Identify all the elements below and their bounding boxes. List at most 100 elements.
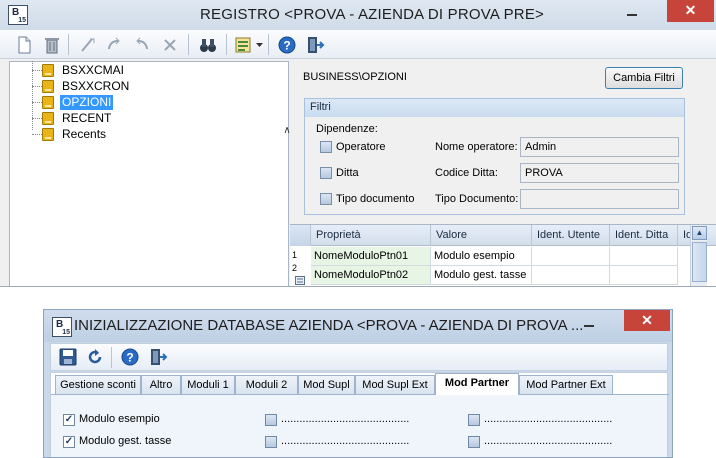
tab-altro[interactable]: Altro xyxy=(141,375,181,395)
mod-partner-panel: ✓ Modulo esempio ✓ Modulo gest. tasse ..… xyxy=(51,395,667,457)
scroll-thumb[interactable] xyxy=(692,242,707,282)
module-row-gest-tasse[interactable]: ✓ Modulo gest. tasse xyxy=(63,434,193,450)
module-row-esempio[interactable]: ✓ Modulo esempio xyxy=(63,412,183,428)
tab-container: Gestione sconti Altro Moduli 1 Moduli 2 … xyxy=(50,372,669,457)
chevron-up-icon[interactable]: ∧ xyxy=(280,125,294,139)
cancel-icon[interactable] xyxy=(160,35,180,55)
table-row[interactable]: 1 NomeModuloPtn01 Modulo esempio xyxy=(290,247,716,266)
minimize-button[interactable] xyxy=(578,315,600,333)
table-row[interactable]: 2 NomeModuloPtn02 Modulo gest. tasse xyxy=(290,263,716,285)
row-edit-icon xyxy=(295,276,305,285)
cut-icon[interactable] xyxy=(78,35,98,55)
tipo-documento-field[interactable] xyxy=(520,189,679,209)
codice-ditta-field[interactable]: PROVA xyxy=(520,163,679,183)
module-placeholder: ........................................… xyxy=(281,413,410,425)
copy-icon[interactable] xyxy=(104,35,124,55)
folder-book-icon xyxy=(42,112,54,125)
row-number: 1 xyxy=(292,250,298,260)
cell-ident-utente[interactable] xyxy=(532,247,610,266)
nome-operatore-label: Nome operatore: xyxy=(435,141,518,153)
find-binoculars-icon[interactable] xyxy=(198,35,218,55)
module-checkbox[interactable] xyxy=(265,414,277,426)
exit-icon[interactable] xyxy=(305,35,325,55)
delete-icon[interactable] xyxy=(42,35,62,55)
cell-ident-utente[interactable] xyxy=(532,266,610,285)
tab-mod-supl[interactable]: Mod Supl xyxy=(298,375,355,395)
ditta-label: Ditta xyxy=(336,167,359,179)
codice-ditta-label: Codice Ditta: xyxy=(435,167,498,179)
module-checkbox[interactable] xyxy=(265,436,277,448)
module-checkbox[interactable] xyxy=(468,414,480,426)
svg-text:?: ? xyxy=(126,351,133,365)
grid-corner xyxy=(290,225,311,246)
dipendenze-label: Dipendenze: xyxy=(316,123,378,135)
column-header-valore[interactable]: Valore xyxy=(431,225,532,246)
registry-tree[interactable]: ∧ xyxy=(9,61,291,286)
column-header-ident-ditta[interactable]: Ident. Ditta xyxy=(610,225,678,246)
module-row-empty[interactable]: ........................................… xyxy=(265,434,445,450)
tab-mod-supl-ext[interactable]: Mod Supl Ext xyxy=(355,375,435,395)
title-bar: B 15 INIZIALIZZAZIONE DATABASE AZIENDA <P… xyxy=(44,310,672,342)
help-icon[interactable]: ? xyxy=(277,35,297,55)
grid-scrollbar[interactable]: ▲ xyxy=(690,225,707,286)
folder-book-icon xyxy=(42,64,54,77)
module-checkbox[interactable]: ✓ xyxy=(63,414,75,426)
cambia-filtri-button[interactable]: Cambia Filtri xyxy=(605,67,683,89)
app-logo-icon: B 15 xyxy=(52,317,72,337)
chevron-down-icon[interactable] xyxy=(256,43,263,48)
save-icon[interactable] xyxy=(58,347,78,367)
cell-ident-ditta[interactable] xyxy=(610,266,678,285)
tipo-documento-label: Tipo documento xyxy=(336,193,415,205)
ditta-checkbox[interactable] xyxy=(320,167,332,179)
layout-dropdown-icon[interactable] xyxy=(234,35,254,55)
row-number: 2 xyxy=(292,263,298,273)
undo-icon[interactable] xyxy=(132,35,152,55)
folder-book-icon xyxy=(42,96,54,109)
registro-window: B 15 REGISTRO <PROVA - AZIENDA DI PROVA P… xyxy=(0,0,716,287)
tab-moduli-1[interactable]: Moduli 1 xyxy=(181,375,235,395)
help-icon[interactable]: ? xyxy=(120,347,140,367)
module-placeholder: ........................................… xyxy=(281,435,410,447)
tab-gestione-sconti[interactable]: Gestione sconti xyxy=(55,375,141,395)
operatore-checkbox[interactable] xyxy=(320,141,332,153)
cell-ident-ditta[interactable] xyxy=(610,247,678,266)
new-icon[interactable] xyxy=(14,35,34,55)
module-checkbox[interactable] xyxy=(468,436,480,448)
exit-icon[interactable] xyxy=(148,347,168,367)
module-label: Modulo gest. tasse xyxy=(79,435,172,447)
close-button[interactable]: ✕ xyxy=(667,0,714,22)
close-button[interactable]: ✕ xyxy=(624,310,670,331)
inizializzazione-window: B 15 INIZIALIZZAZIONE DATABASE AZIENDA <P… xyxy=(43,309,673,458)
main-toolbar: ? xyxy=(0,30,716,59)
cell-proprieta[interactable]: NomeModuloPtn01 xyxy=(311,247,431,266)
cell-valore[interactable]: Modulo gest. tasse xyxy=(431,266,532,285)
svg-text:?: ? xyxy=(283,39,290,53)
tab-mod-partner[interactable]: Mod Partner xyxy=(435,373,519,395)
operatore-label: Operatore xyxy=(336,141,386,153)
module-checkbox[interactable]: ✓ xyxy=(63,436,75,448)
module-placeholder: ........................................… xyxy=(484,413,613,425)
chevron-up-icon[interactable]: ▲ xyxy=(692,226,707,240)
current-path: BUSINESS\OPZIONI xyxy=(303,71,407,83)
module-row-empty[interactable]: ........................................… xyxy=(265,412,445,428)
nome-operatore-field[interactable]: Admin xyxy=(520,137,679,157)
module-label: Modulo esempio xyxy=(79,413,160,425)
column-header-proprieta[interactable]: Proprietà xyxy=(311,225,431,246)
tipo-documento-field-label: Tipo Documento: xyxy=(435,193,519,205)
minimize-button[interactable] xyxy=(621,4,643,22)
app-logo-icon: B 15 xyxy=(8,5,28,25)
module-row-empty[interactable]: ........................................… xyxy=(468,412,648,428)
column-header-ident-utente[interactable]: Ident. Utente xyxy=(532,225,610,246)
tree-connector xyxy=(32,61,33,130)
refresh-icon[interactable] xyxy=(85,347,105,367)
tab-mod-partner-ext[interactable]: Mod Partner Ext xyxy=(519,375,613,395)
tab-moduli-2[interactable]: Moduli 2 xyxy=(235,375,298,395)
module-row-empty[interactable]: ........................................… xyxy=(468,434,648,450)
grid-header: Proprietà Valore Ident. Utente Ident. Di… xyxy=(290,225,716,246)
window2-toolbar: ? xyxy=(50,343,668,371)
folder-book-icon xyxy=(42,80,54,93)
cell-valore[interactable]: Modulo esempio xyxy=(431,247,532,266)
tipo-documento-checkbox[interactable] xyxy=(320,193,332,205)
cell-proprieta[interactable]: NomeModuloPtn02 xyxy=(311,266,431,285)
window-title: INIZIALIZZAZIONE DATABASE AZIENDA <PROVA… xyxy=(74,317,584,334)
